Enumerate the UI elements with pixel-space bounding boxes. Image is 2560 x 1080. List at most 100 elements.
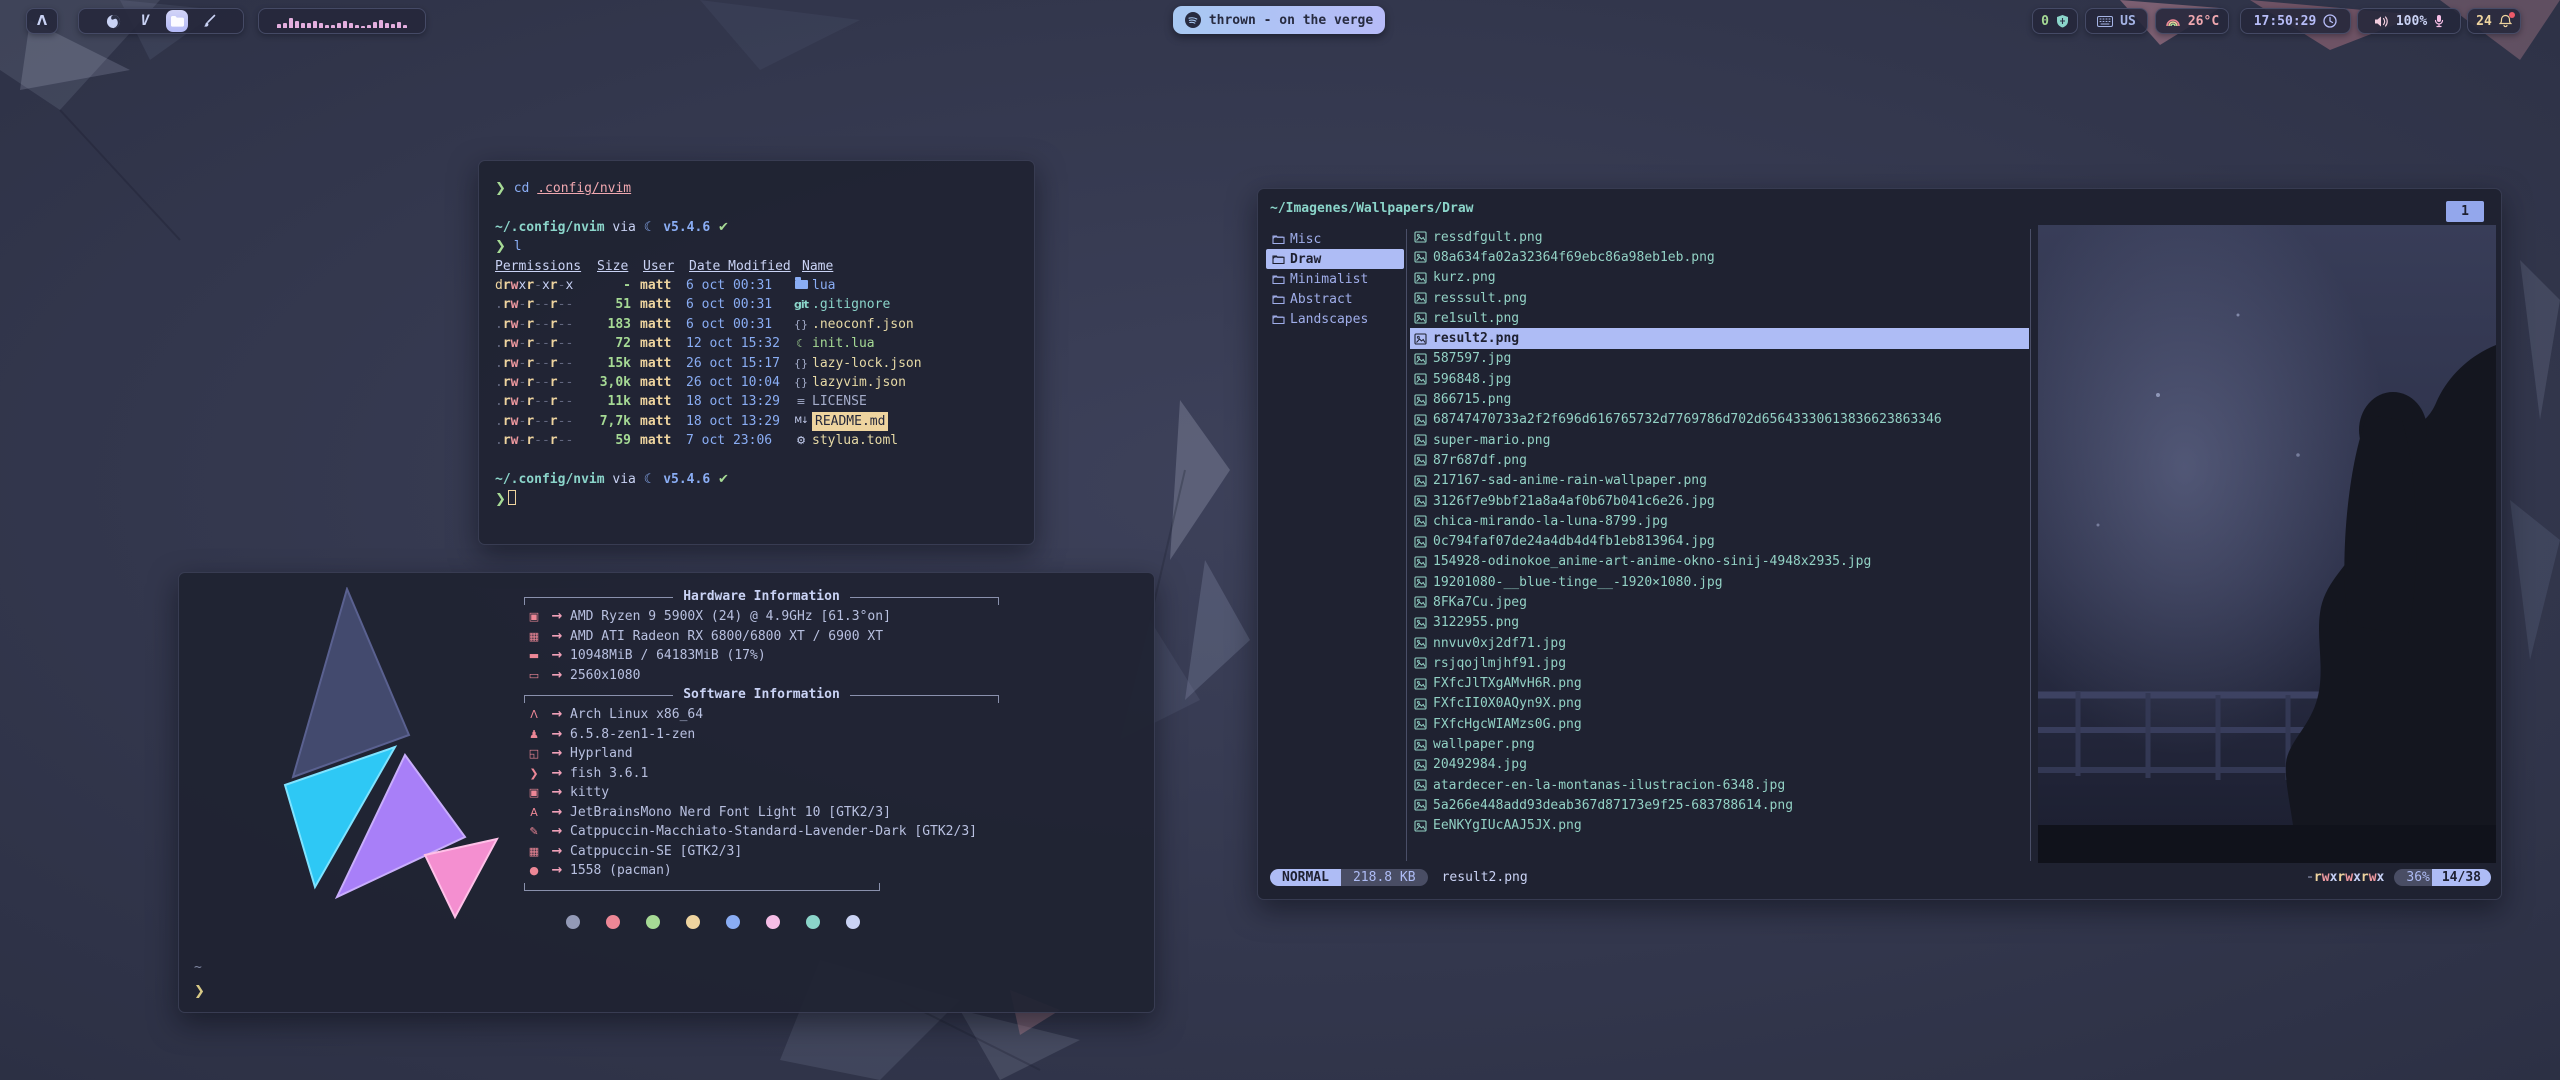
file-row: .rw-r--r--72matt12 oct 15:32☾init.lua bbox=[495, 334, 1018, 353]
font-icon: A bbox=[524, 803, 544, 823]
file-list-item[interactable]: 08a634fa02a32364f69ebc86a98eb1eb.png bbox=[1410, 247, 2029, 267]
media-title: thrown - on the verge bbox=[1209, 13, 1373, 28]
image-file-icon bbox=[1414, 820, 1427, 832]
folder-icon bbox=[790, 276, 812, 295]
file-list-item[interactable]: 3126f7e9bbf21a8a4af0b67b041c6e26.jpg bbox=[1410, 491, 2029, 511]
shield-icon bbox=[2056, 14, 2069, 28]
file-row: .rw-r--r--183matt 6 oct 00:31{}.neoconf.… bbox=[495, 315, 1018, 334]
selected-file-label: result2.png bbox=[1442, 870, 1528, 885]
file-list-item[interactable]: resssult.png bbox=[1410, 288, 2029, 308]
file-list-item[interactable]: ressdfgult.png bbox=[1410, 227, 2029, 247]
notifications-widget[interactable]: 24 bbox=[2467, 8, 2521, 34]
info-row-resolution: ▭→2560x1080 bbox=[524, 666, 999, 686]
updates-widget[interactable]: 0 bbox=[2032, 8, 2078, 34]
file-list-item[interactable]: 20492984.jpg bbox=[1410, 755, 2029, 775]
file-manager-icon[interactable] bbox=[166, 10, 188, 32]
palette-dot bbox=[726, 915, 740, 929]
image-file-icon bbox=[1414, 272, 1427, 284]
image-file-icon bbox=[1414, 312, 1427, 324]
file-list-item[interactable]: 19201080-__blue-tinge__-1920×1080.jpg bbox=[1410, 572, 2029, 592]
file-row: .rw-r--r--7,7kmatt18 oct 13:29M↓README.m… bbox=[495, 412, 1018, 431]
volume-widget[interactable]: 100% bbox=[2357, 8, 2461, 34]
fetch-window[interactable]: Hardware Information ▣→AMD Ryzen 9 5900X… bbox=[178, 572, 1155, 1013]
file-list-item[interactable]: 5a266e448add93deab367d87173e9f25-6837886… bbox=[1410, 795, 2029, 815]
info-row-terminal: ▣→kitty bbox=[524, 783, 999, 803]
file-list-item[interactable]: FXfcJlTXgAMvH6R.png bbox=[1410, 674, 2029, 694]
media-player-widget[interactable]: thrown - on the verge bbox=[1173, 6, 1385, 34]
terminal-color-palette bbox=[566, 915, 999, 929]
info-row-icons: ▦→Catppuccin-SE [GTK2/3] bbox=[524, 842, 999, 862]
folder-open-icon bbox=[1272, 234, 1285, 245]
active-prompt[interactable]: ❯ bbox=[495, 490, 1018, 509]
json-icon: {} bbox=[790, 315, 812, 334]
file-list-item[interactable]: 154928-odinokoe_anime-art-anime-okno-sin… bbox=[1410, 552, 2029, 572]
listing-header: Permissions Size User Date Modified Name bbox=[495, 257, 1018, 276]
keyboard-layout-widget[interactable]: US bbox=[2085, 8, 2148, 34]
volume-label: 100% bbox=[2396, 14, 2427, 29]
file-list-item[interactable]: result2.png bbox=[1410, 328, 2029, 348]
file-list-item[interactable]: 866715.png bbox=[1410, 389, 2029, 409]
notification-count: 24 bbox=[2476, 14, 2492, 29]
paint-brush-icon[interactable] bbox=[198, 10, 220, 32]
palette-dot bbox=[606, 915, 620, 929]
image-file-icon bbox=[1414, 678, 1427, 690]
terminal-window[interactable]: ❯ cd .config/nvim ~/.config/nvim via ☾ v… bbox=[478, 160, 1035, 545]
palette-dot bbox=[846, 915, 860, 929]
gear-icon: ⚙ bbox=[790, 431, 812, 450]
shell-prompt[interactable]: ~ ❯ bbox=[194, 956, 205, 1004]
mode-indicator: NORMAL bbox=[1270, 869, 1341, 886]
folder-open-icon bbox=[1272, 274, 1285, 285]
palette-dot bbox=[646, 915, 660, 929]
sidebar-folder-item[interactable]: Abstract bbox=[1266, 289, 1404, 309]
file-size-label: 218.8 KB bbox=[1341, 869, 1428, 886]
folder-open-icon bbox=[1272, 314, 1285, 325]
sidebar-folder-item[interactable]: Misc bbox=[1266, 229, 1404, 249]
file-list-item[interactable]: FXfcHgcWIAMzs0G.png bbox=[1410, 714, 2029, 734]
file-list-item[interactable]: kurz.png bbox=[1410, 268, 2029, 288]
vim-icon[interactable]: V bbox=[134, 10, 156, 32]
file-list-item[interactable]: rsjqojlmjhf91.jpg bbox=[1410, 653, 2029, 673]
file-list-item[interactable]: EeNKYgIUcAAJ5JX.png bbox=[1410, 816, 2029, 836]
app-dock: V bbox=[78, 8, 244, 34]
file-list-item[interactable]: chica-mirando-la-luna-8799.jpg bbox=[1410, 511, 2029, 531]
image-file-icon bbox=[1414, 333, 1427, 345]
hardware-section-header: Hardware Information bbox=[524, 587, 999, 607]
file-list-item[interactable]: 0c794faf07de24a4db4d4fb1eb813964.jpg bbox=[1410, 531, 2029, 551]
speaker-icon bbox=[2374, 15, 2389, 28]
spotify-icon bbox=[1185, 12, 1201, 28]
file-manager-window[interactable]: ~/Imagenes/Wallpapers/Draw 1 Misc Draw M… bbox=[1257, 188, 2502, 900]
launcher-button[interactable]: Λ bbox=[26, 8, 58, 34]
file-list-item[interactable]: 68747470733a2f2f696d616765732d7769786d70… bbox=[1410, 410, 2029, 430]
file-list-item[interactable]: atardecer-en-la-montanas-ilustracion-634… bbox=[1410, 775, 2029, 795]
file-list-item[interactable]: FXfcII0X0AQyn9X.png bbox=[1410, 694, 2029, 714]
file-list-item[interactable]: 87r687df.png bbox=[1410, 450, 2029, 470]
sidebar-folder-item[interactable]: Minimalist bbox=[1266, 269, 1404, 289]
image-file-icon bbox=[1414, 536, 1427, 548]
file-list-item[interactable]: 217167-sad-anime-rain-wallpaper.png bbox=[1410, 471, 2029, 491]
file-list-item[interactable]: 3122955.png bbox=[1410, 613, 2029, 633]
command-line: ❯ cd .config/nvim bbox=[495, 179, 1018, 198]
text-cursor bbox=[508, 490, 516, 505]
window-icon: ◱ bbox=[524, 744, 544, 764]
sidebar-folder-item[interactable]: Landscapes bbox=[1266, 309, 1404, 329]
time-label: 17:50:29 bbox=[2254, 14, 2317, 29]
weather-widget[interactable]: 26°C bbox=[2155, 8, 2229, 34]
bell-alert-dot bbox=[2509, 12, 2515, 18]
memory-icon: ▬ bbox=[524, 646, 544, 666]
tab-badge[interactable]: 1 bbox=[2446, 201, 2484, 222]
file-list-item[interactable]: wallpaper.png bbox=[1410, 734, 2029, 754]
file-list-item[interactable]: re1sult.png bbox=[1410, 308, 2029, 328]
sidebar-folder-item[interactable]: Draw bbox=[1266, 249, 1404, 269]
file-list-item[interactable]: 587597.jpg bbox=[1410, 349, 2029, 369]
image-file-icon bbox=[1414, 637, 1427, 649]
file-list-item[interactable]: super-mario.png bbox=[1410, 430, 2029, 450]
clock-widget[interactable]: 17:50:29 bbox=[2240, 8, 2351, 34]
palette-dot bbox=[686, 915, 700, 929]
file-list-item[interactable]: 596848.jpg bbox=[1410, 369, 2029, 389]
info-row-gpu: ▦→AMD ATI Radeon RX 6800/6800 XT / 6900 … bbox=[524, 627, 999, 647]
folder-open-icon bbox=[1272, 294, 1285, 305]
file-list-item[interactable]: 8FKa7Cu.jpeg bbox=[1410, 592, 2029, 612]
firefox-icon[interactable] bbox=[102, 10, 124, 32]
license-icon: ≡ bbox=[790, 392, 812, 411]
file-list-item[interactable]: nnvuv0xj2df71.jpg bbox=[1410, 633, 2029, 653]
